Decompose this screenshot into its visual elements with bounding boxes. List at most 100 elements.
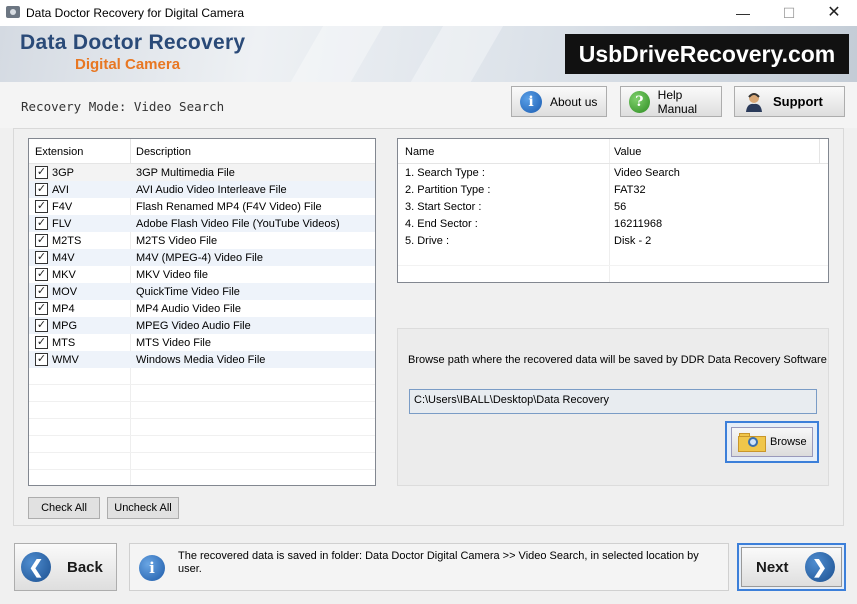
next-label: Next bbox=[756, 558, 789, 576]
extension-cell: FLV bbox=[52, 218, 72, 230]
list-item[interactable]: ✓ M4V M4V (MPEG-4) Video File bbox=[29, 249, 375, 266]
checkbox[interactable]: ✓ bbox=[35, 268, 48, 281]
banner-decoration bbox=[385, 26, 515, 82]
save-location-label: Browse path where the recovered data wil… bbox=[408, 354, 827, 366]
banner-decoration bbox=[265, 26, 395, 82]
checkbox[interactable]: ✓ bbox=[35, 183, 48, 196]
column-divider bbox=[130, 139, 131, 163]
column-header-value[interactable]: Value bbox=[614, 146, 641, 158]
list-item[interactable]: ✓ FLV Adobe Flash Video File (YouTube Vide… bbox=[29, 215, 375, 232]
column-header-extension[interactable]: Extension bbox=[35, 146, 83, 158]
check-all-button[interactable]: Check All bbox=[28, 497, 100, 519]
list-item[interactable]: ✓ AVI AVI Audio Video Interleave File bbox=[29, 181, 375, 198]
description-cell: MTS Video File bbox=[136, 337, 211, 349]
empty-row bbox=[29, 402, 375, 419]
list-item[interactable]: ✓ F4V Flash Renamed MP4 (F4V Video) File bbox=[29, 198, 375, 215]
list-item[interactable]: ✓ MTS MTS Video File bbox=[29, 334, 375, 351]
extension-cell: MP4 bbox=[52, 303, 75, 315]
value-cell: 56 bbox=[614, 201, 627, 213]
support-button[interactable]: Support bbox=[734, 86, 845, 117]
extension-cell: MOV bbox=[52, 286, 78, 298]
description-cell: Adobe Flash Video File (YouTube Videos) bbox=[136, 218, 340, 230]
checkbox[interactable]: ✓ bbox=[35, 234, 48, 247]
description-cell: MP4 Audio Video File bbox=[136, 303, 241, 315]
extension-cell: WMV bbox=[52, 354, 79, 366]
table-row[interactable]: 3. Start Sector : 56 bbox=[398, 198, 828, 215]
column-header-name[interactable]: Name bbox=[405, 146, 434, 158]
status-message: The recovered data is saved in folder: D… bbox=[178, 550, 699, 575]
value-cell: FAT32 bbox=[614, 184, 646, 196]
title-bar: Data Doctor Recovery for Digital Camera … bbox=[0, 0, 857, 26]
help-manual-button[interactable]: ? Help Manual bbox=[620, 86, 722, 117]
description-cell: MKV Video file bbox=[136, 269, 208, 281]
checkbox[interactable]: ✓ bbox=[35, 353, 48, 366]
uncheck-all-button[interactable]: Uncheck All bbox=[107, 497, 179, 519]
checkbox[interactable]: ✓ bbox=[35, 251, 48, 264]
extension-list[interactable]: Extension Description ✓ 3GP 3GP Multimedia… bbox=[28, 138, 376, 486]
extension-cell: MKV bbox=[52, 269, 76, 281]
table-row[interactable]: 4. End Sector : 16211968 bbox=[398, 215, 828, 232]
checkbox[interactable]: ✓ bbox=[35, 285, 48, 298]
checkbox[interactable]: ✓ bbox=[35, 319, 48, 332]
list-item[interactable]: ✓ WMV Windows Media Video File bbox=[29, 351, 375, 368]
close-button[interactable]: ✕ bbox=[811, 0, 857, 26]
brand-title: Data Doctor Recovery bbox=[20, 31, 246, 54]
empty-row bbox=[29, 419, 375, 436]
next-button[interactable]: Next ❯ bbox=[737, 543, 846, 591]
list-item[interactable]: ✓ MOV QuickTime Video File bbox=[29, 283, 375, 300]
scan-info-rows: 1. Search Type : Video Search 2. Partition… bbox=[398, 164, 828, 266]
description-cell: MPEG Video Audio File bbox=[136, 320, 251, 332]
value-cell: 16211968 bbox=[614, 218, 663, 230]
list-item[interactable]: ✓ 3GP 3GP Multimedia File bbox=[29, 164, 375, 181]
table-row[interactable]: 2. Partition Type : FAT32 bbox=[398, 181, 828, 198]
minimize-button[interactable]: — bbox=[720, 0, 766, 26]
help-manual-label: Help Manual bbox=[657, 87, 698, 116]
checkbox[interactable]: ✓ bbox=[35, 336, 48, 349]
about-us-button[interactable]: i About us bbox=[511, 86, 607, 117]
extension-cell: F4V bbox=[52, 201, 73, 213]
scan-info-list[interactable]: Name Value 1. Search Type : Video Search 2… bbox=[397, 138, 829, 283]
website-logo: UsbDriveRecovery.com bbox=[565, 34, 849, 74]
extension-cell: AVI bbox=[52, 184, 69, 196]
window-title: Data Doctor Recovery for Digital Camera bbox=[26, 6, 245, 20]
arrow-left-icon: ❮ bbox=[21, 552, 51, 582]
extension-cell: M4V bbox=[52, 252, 75, 264]
table-row[interactable]: 5. Drive : Disk - 2 bbox=[398, 232, 828, 249]
list-item[interactable]: ✓ MPG MPEG Video Audio File bbox=[29, 317, 375, 334]
description-cell: Flash Renamed MP4 (F4V Video) File bbox=[136, 201, 322, 213]
extension-cell: MTS bbox=[52, 337, 76, 349]
list-item[interactable]: ✓ MP4 MP4 Audio Video File bbox=[29, 300, 375, 317]
checkbox[interactable]: ✓ bbox=[35, 302, 48, 315]
back-label: Back bbox=[67, 558, 103, 576]
info-icon: i bbox=[139, 555, 165, 581]
maximize-button[interactable]: ☐ bbox=[766, 0, 812, 26]
extension-cell: MPG bbox=[52, 320, 78, 332]
browse-button[interactable]: Browse bbox=[725, 421, 819, 463]
description-cell: AVI Audio Video Interleave File bbox=[136, 184, 287, 196]
extension-cell: M2TS bbox=[52, 235, 82, 247]
status-message-box: i The recovered data is saved in folder:… bbox=[129, 543, 729, 591]
save-path-field[interactable]: C:\Users\IBALL\Desktop\Data Recovery bbox=[409, 389, 817, 414]
app-icon bbox=[6, 6, 20, 18]
list-item[interactable]: ✓ MKV MKV Video file bbox=[29, 266, 375, 283]
about-us-label: About us bbox=[550, 94, 598, 109]
checkbox[interactable]: ✓ bbox=[35, 217, 48, 230]
empty-row bbox=[29, 470, 375, 485]
description-cell: M4V (MPEG-4) Video File bbox=[136, 252, 263, 264]
help-icon: ? bbox=[629, 90, 650, 113]
empty-row bbox=[29, 368, 375, 385]
name-cell: 4. End Sector : bbox=[405, 218, 478, 230]
recovery-mode-label: Recovery Mode: Video Search bbox=[21, 99, 225, 114]
column-divider bbox=[819, 139, 820, 164]
list-item[interactable]: ✓ M2TS M2TS Video File bbox=[29, 232, 375, 249]
table-row[interactable]: 1. Search Type : Video Search bbox=[398, 164, 828, 181]
checkbox[interactable]: ✓ bbox=[35, 200, 48, 213]
back-button[interactable]: ❮ Back bbox=[14, 543, 117, 591]
scan-info-header: Name Value bbox=[398, 139, 828, 164]
description-cell: QuickTime Video File bbox=[136, 286, 240, 298]
column-header-description[interactable]: Description bbox=[136, 146, 191, 158]
browse-label: Browse bbox=[770, 436, 807, 448]
checkbox[interactable]: ✓ bbox=[35, 166, 48, 179]
support-label: Support bbox=[773, 94, 823, 109]
extension-rows: ✓ 3GP 3GP Multimedia File ✓ AVI AVI Audio Vid… bbox=[29, 164, 375, 485]
